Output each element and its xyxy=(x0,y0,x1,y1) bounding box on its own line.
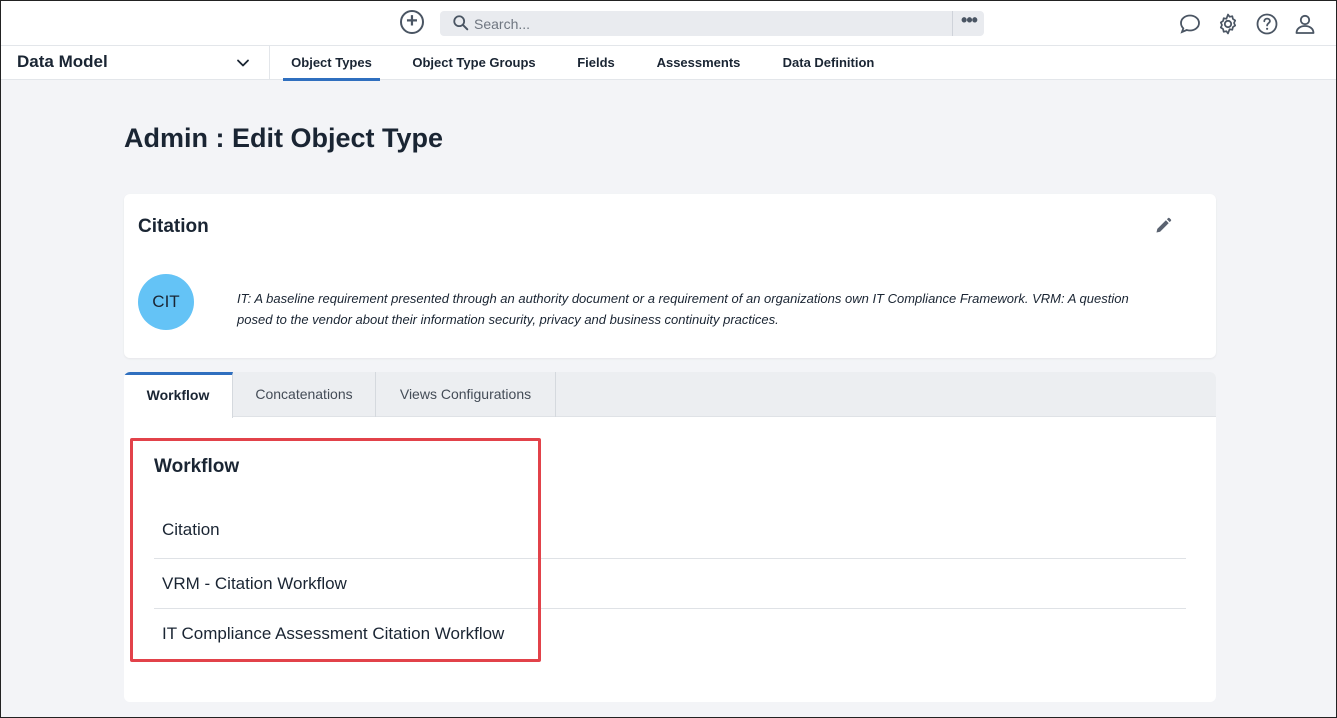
nav-tab-fields[interactable]: Fields xyxy=(569,46,623,80)
chat-bubble-icon[interactable] xyxy=(1178,12,1202,36)
nav-tab-assessments[interactable]: Assessments xyxy=(651,46,746,80)
nav-tab-data-definition[interactable]: Data Definition xyxy=(774,46,883,80)
nav-bar: Data Model Object Types Object Type Grou… xyxy=(1,45,1336,81)
app-title: Data Model xyxy=(17,52,108,71)
chevron-down-icon[interactable] xyxy=(235,55,251,71)
ellipsis-icon[interactable]: ••• xyxy=(954,11,984,36)
gear-icon[interactable] xyxy=(1216,12,1240,36)
user-icon[interactable] xyxy=(1293,12,1317,36)
tab-strip: Workflow Concatenations Views Configurat… xyxy=(124,372,1216,418)
tab-workflow[interactable]: Workflow xyxy=(124,372,233,418)
object-type-description: IT: A baseline requirement presented thr… xyxy=(237,291,1129,327)
help-icon[interactable] xyxy=(1255,12,1279,36)
app-selector[interactable]: Data Model xyxy=(1,46,270,80)
tab-concatenations[interactable]: Concatenations xyxy=(233,372,376,417)
search-divider xyxy=(952,11,953,36)
search-icon xyxy=(453,15,469,31)
page-title: Admin : Edit Object Type xyxy=(124,123,444,153)
object-type-name: Citation xyxy=(138,216,209,237)
object-type-card: Citation CIT IT: A baseline requirement … xyxy=(124,194,1216,358)
plus-circle-icon[interactable]: + xyxy=(400,10,424,34)
pencil-icon[interactable] xyxy=(1154,217,1172,235)
avatar: CIT xyxy=(138,274,194,330)
tab-views-configurations[interactable]: Views Configurations xyxy=(376,372,556,417)
nav-tab-object-type-groups[interactable]: Object Type Groups xyxy=(407,46,541,80)
search-input[interactable] xyxy=(474,13,944,34)
top-bar: + ••• xyxy=(1,1,1336,45)
search-bar[interactable]: ••• xyxy=(440,11,984,36)
nav-tab-object-types[interactable]: Object Types xyxy=(283,46,380,81)
highlight-box xyxy=(130,438,541,662)
